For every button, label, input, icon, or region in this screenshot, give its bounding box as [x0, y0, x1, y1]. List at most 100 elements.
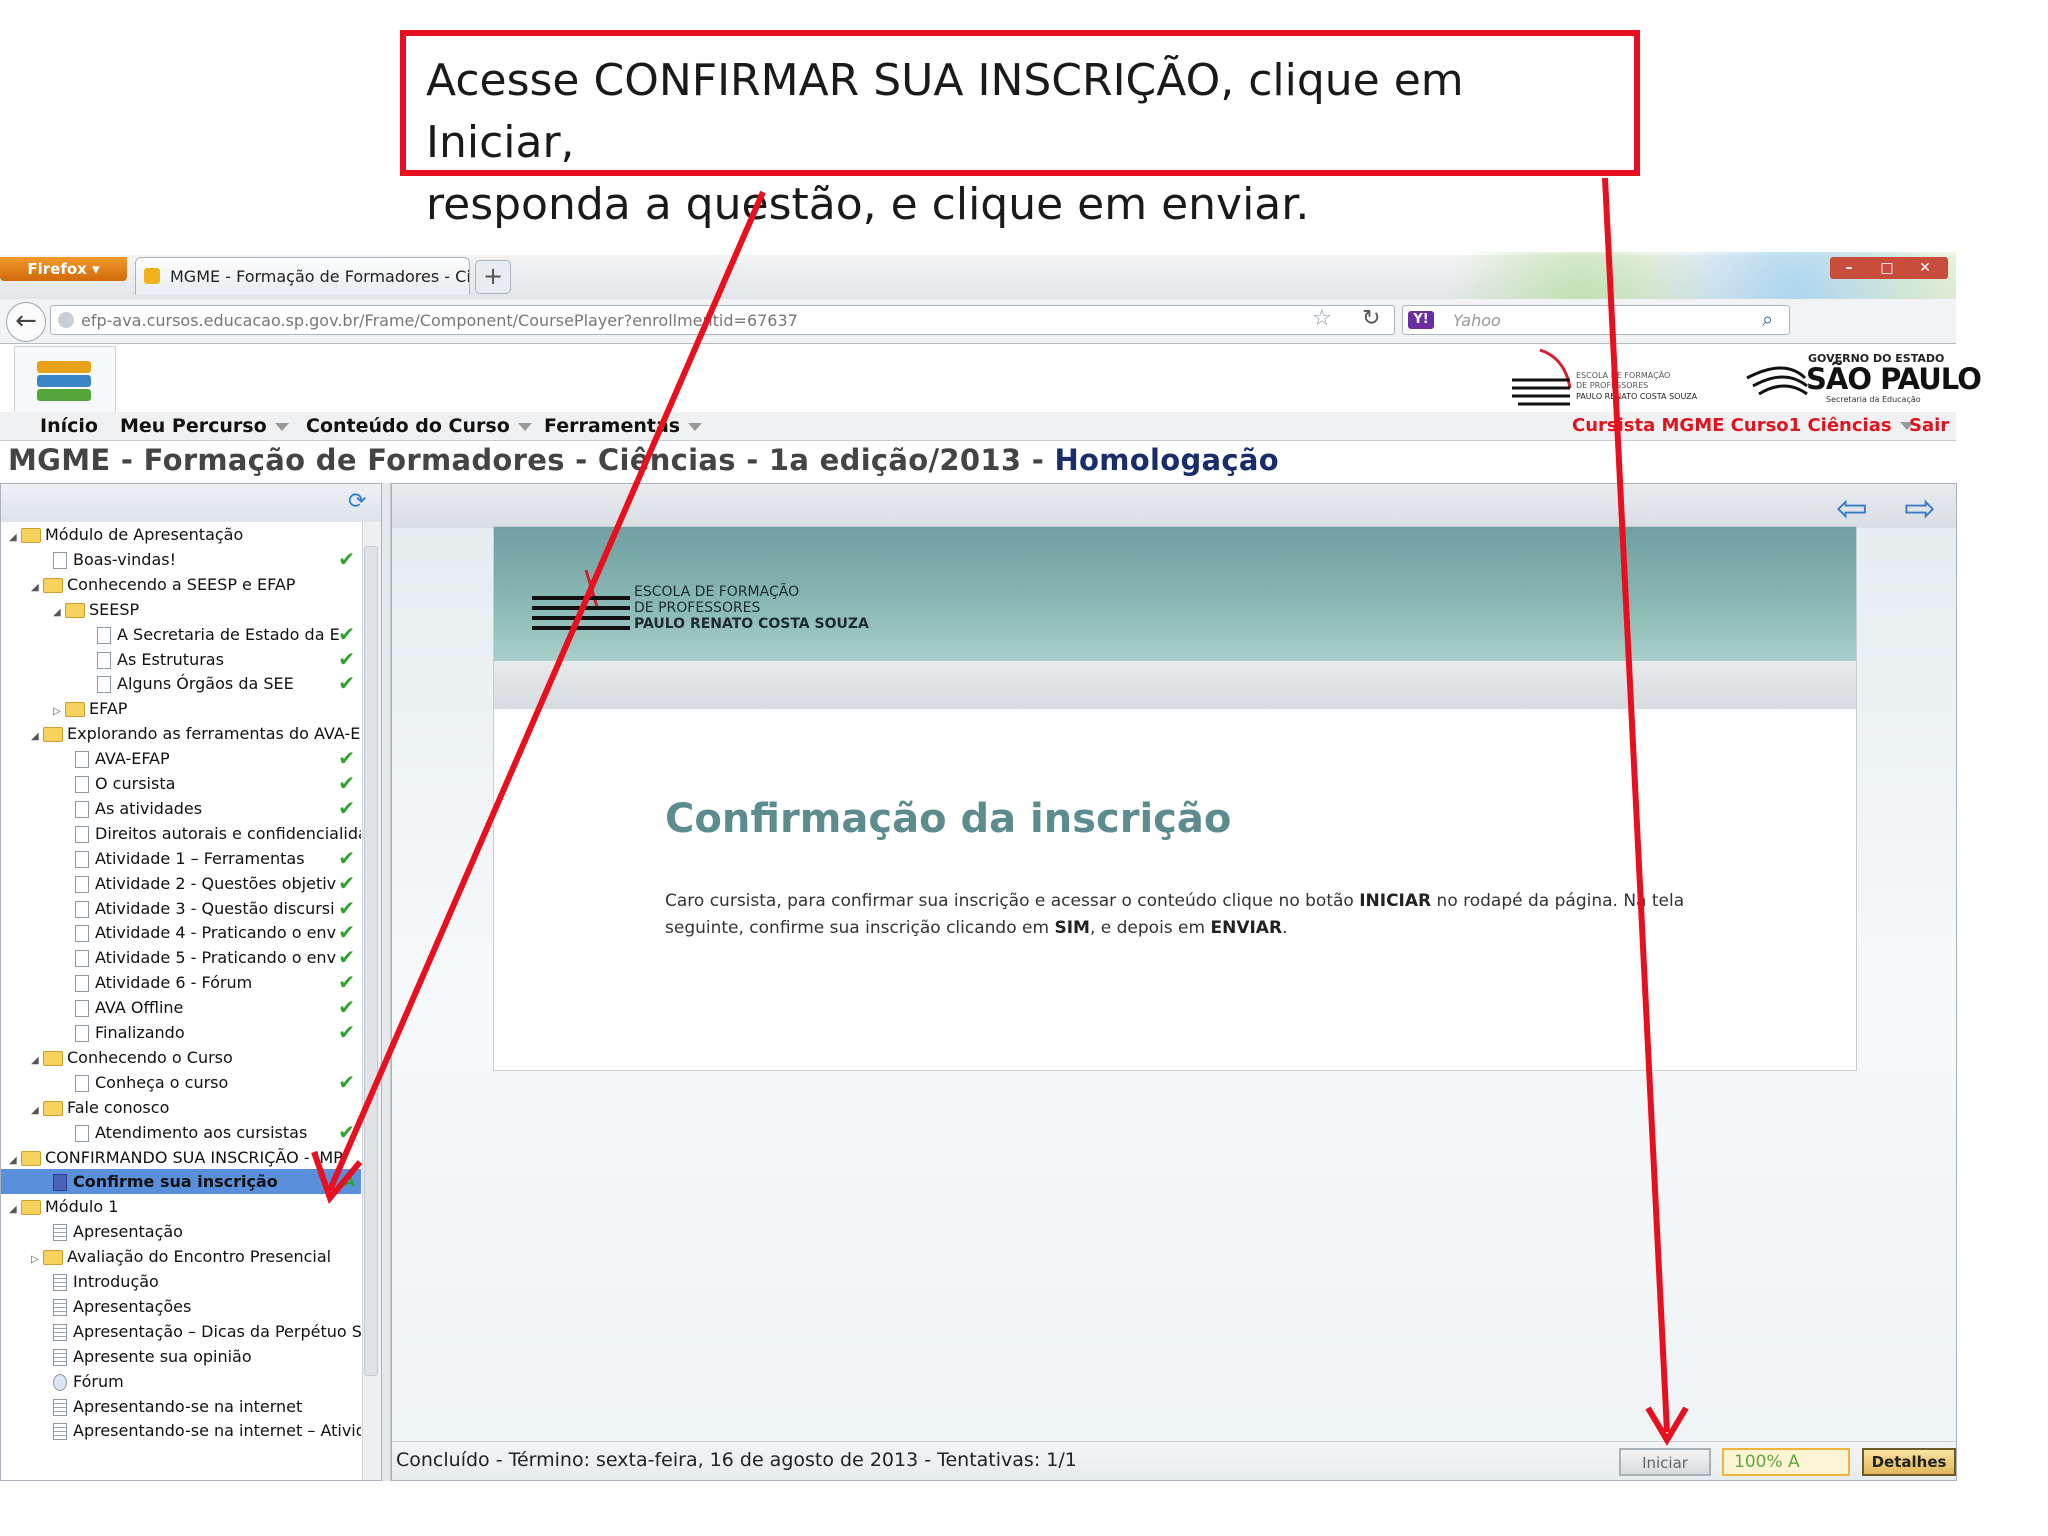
chevron-down-icon: [688, 422, 703, 431]
tree-folder[interactable]: ◢ Conhecendo a SEESP e EFAP: [1, 572, 361, 597]
user-name: Cursista MGME Curso1 Ciências: [1572, 415, 1892, 436]
sidebar-scrollbar-thumb[interactable]: [364, 546, 378, 1376]
collapse-triangle-icon[interactable]: ◢: [53, 600, 65, 622]
tree-item-label: Apresentando-se na internet – Ativid: [73, 1421, 361, 1441]
tree-item[interactable]: AVA Offline ✔: [1, 995, 361, 1020]
tree-item[interactable]: As atividades ✔: [1, 796, 361, 821]
refresh-icon[interactable]: ⟳: [348, 490, 372, 514]
tree-folder[interactable]: ▷ EFAP: [1, 696, 361, 721]
tree-item[interactable]: Apresente sua opinião: [1, 1344, 361, 1369]
tree-folder[interactable]: ◢ Módulo 1: [1, 1194, 361, 1219]
firefox-label: Firefox: [27, 260, 87, 278]
pane-splitter[interactable]: [382, 483, 391, 1481]
tree-item[interactable]: O cursista ✔: [1, 771, 361, 796]
browser-tab[interactable]: MGME - Formação de Formadores - Ciê...: [135, 257, 470, 295]
tree-item[interactable]: Confirme sua inscrição A: [1, 1169, 361, 1195]
tree-item[interactable]: Apresentação – Dicas da Perpétuo S: [1, 1319, 361, 1344]
tree-folder[interactable]: ◢ Explorando as ferramentas do AVA-E: [1, 721, 361, 746]
tree-item[interactable]: As Estruturas ✔: [1, 647, 361, 672]
tree-item-label: Explorando as ferramentas do AVA-E: [67, 724, 361, 744]
tree-folder[interactable]: ◢ Fale conosco: [1, 1095, 361, 1120]
page-icon: [75, 1025, 89, 1042]
tree-item[interactable]: Conheça o curso ✔: [1, 1070, 361, 1095]
reload-icon[interactable]: ↻: [1362, 306, 1388, 332]
expand-triangle-icon[interactable]: ▷: [31, 1247, 43, 1269]
menu-inicio[interactable]: Início: [40, 412, 98, 440]
completed-check-icon: ✔: [338, 995, 355, 1020]
tree-folder[interactable]: ◢ CONFIRMANDO SUA INSCRIÇÃO - IMP: [1, 1145, 361, 1170]
folder-icon: [65, 702, 85, 718]
tree-item[interactable]: Apresentações: [1, 1294, 361, 1319]
efap-logo-line-2: DE PROFESSORES: [1576, 381, 1648, 390]
tree-item[interactable]: Fórum: [1, 1369, 361, 1394]
tree-item[interactable]: Atividade 6 - Fórum ✔: [1, 970, 361, 995]
search-input[interactable]: Yahoo: [1402, 305, 1790, 335]
menu-meu-percurso[interactable]: Meu Percurso: [120, 412, 289, 440]
tree-item[interactable]: Boas-vindas! ✔: [1, 547, 361, 572]
tree-item[interactable]: Atendimento aos cursistas ✔: [1, 1120, 361, 1145]
tree-item[interactable]: AVA-EFAP ✔: [1, 746, 361, 771]
maximize-button[interactable]: □: [1868, 257, 1906, 279]
tree-item[interactable]: Atividade 4 - Praticando o env ✔: [1, 920, 361, 945]
completed-check-icon: ✔: [338, 870, 355, 895]
tree-folder[interactable]: ◢ SEESP: [1, 597, 361, 622]
site-identity-icon[interactable]: [58, 312, 74, 328]
books-logo-icon[interactable]: [14, 346, 116, 413]
completed-check-icon: ✔: [338, 1119, 355, 1144]
tree-item[interactable]: Alguns Órgãos da SEE ✔: [1, 671, 361, 696]
next-arrow-icon[interactable]: ⇨: [1904, 489, 1952, 527]
iniciar-button[interactable]: Iniciar: [1619, 1448, 1711, 1476]
completed-check-icon: ✔: [338, 746, 355, 771]
collapse-triangle-icon[interactable]: ◢: [31, 575, 43, 597]
tree-item[interactable]: Apresentando-se na internet – Ativid: [1, 1418, 361, 1443]
user-menu[interactable]: Cursista MGME Curso1 Ciências: [1572, 412, 1914, 440]
logout-link[interactable]: Sair: [1909, 412, 1949, 440]
tree-item-label: Finalizando: [95, 1023, 185, 1042]
menu-ferramentas[interactable]: Ferramentas: [544, 412, 703, 440]
tree-item[interactable]: A Secretaria de Estado da E ✔: [1, 622, 361, 647]
tree-item-label: Apresentação – Dicas da Perpétuo S: [73, 1321, 361, 1341]
tree-folder[interactable]: ◢ Módulo de Apresentação: [1, 522, 361, 547]
tree-item[interactable]: Direitos autorais e confidencialida: [1, 821, 361, 846]
tree-item-label: Conheça o curso: [95, 1072, 229, 1092]
collapse-triangle-icon[interactable]: ◢: [9, 1197, 21, 1219]
tree-item[interactable]: Atividade 3 - Questão discursi ✔: [1, 896, 361, 921]
minimize-button[interactable]: –: [1830, 257, 1868, 279]
tree-item[interactable]: Atividade 5 - Praticando o env ✔: [1, 945, 361, 970]
tree-item[interactable]: Apresentando-se na internet: [1, 1394, 361, 1419]
efap-logo: ESCOLA DE FORMAÇÃO DE PROFESSORES PAULO …: [1512, 348, 1698, 406]
back-button[interactable]: ←: [6, 302, 46, 342]
tree-folder[interactable]: ◢ Conhecendo o Curso: [1, 1045, 361, 1070]
status-text: Concluído - Término: sexta-feira, 16 de …: [396, 1449, 1077, 1471]
firefox-menu-button[interactable]: Firefox ▾: [0, 257, 127, 281]
bookmark-star-icon[interactable]: ☆: [1312, 306, 1338, 332]
tab-title: MGME - Formação de Formadores - Ciê...: [170, 267, 470, 286]
book-1: [37, 361, 91, 373]
expand-triangle-icon[interactable]: ▷: [53, 699, 65, 721]
body-bold-sim: SIM: [1054, 918, 1090, 938]
collapse-triangle-icon[interactable]: ◢: [9, 1148, 21, 1170]
tree-item[interactable]: Atividade 2 - Questões objetiv ✔: [1, 871, 361, 896]
tree-item-label: EFAP: [89, 699, 128, 719]
previous-arrow-icon[interactable]: ⇦: [1836, 489, 1884, 527]
tree-item[interactable]: Finalizando ✔: [1, 1020, 361, 1045]
yahoo-engine-icon[interactable]: Y!: [1408, 311, 1434, 329]
search-icon[interactable]: ⌕: [1762, 306, 1786, 332]
tree-item[interactable]: Apresentação: [1, 1219, 361, 1244]
tree-item[interactable]: Atividade 1 – Ferramentas ✔: [1, 846, 361, 871]
menu-conteudo-do-curso[interactable]: Conteúdo do Curso: [306, 412, 532, 440]
close-window-button[interactable]: ✕: [1906, 257, 1944, 279]
collapse-triangle-icon[interactable]: ◢: [9, 525, 21, 547]
url-bar[interactable]: efp-ava.cursos.educacao.sp.gov.br/Frame/…: [50, 305, 1395, 335]
new-tab-button[interactable]: +: [475, 260, 511, 294]
collapse-triangle-icon[interactable]: ◢: [31, 1048, 43, 1070]
collapse-triangle-icon[interactable]: ◢: [31, 1098, 43, 1120]
page-icon: [75, 825, 89, 843]
tree-item[interactable]: Introdução: [1, 1269, 361, 1294]
collapse-triangle-icon[interactable]: ◢: [31, 724, 43, 746]
tree-item-label: Direitos autorais e confidencialida: [95, 823, 361, 843]
folder-icon: [43, 1100, 63, 1116]
tree-folder[interactable]: ▷ Avaliação do Encontro Presencial: [1, 1244, 361, 1269]
detalhes-button[interactable]: Detalhes: [1862, 1448, 1956, 1476]
completed-check-icon: ✔: [338, 945, 355, 970]
